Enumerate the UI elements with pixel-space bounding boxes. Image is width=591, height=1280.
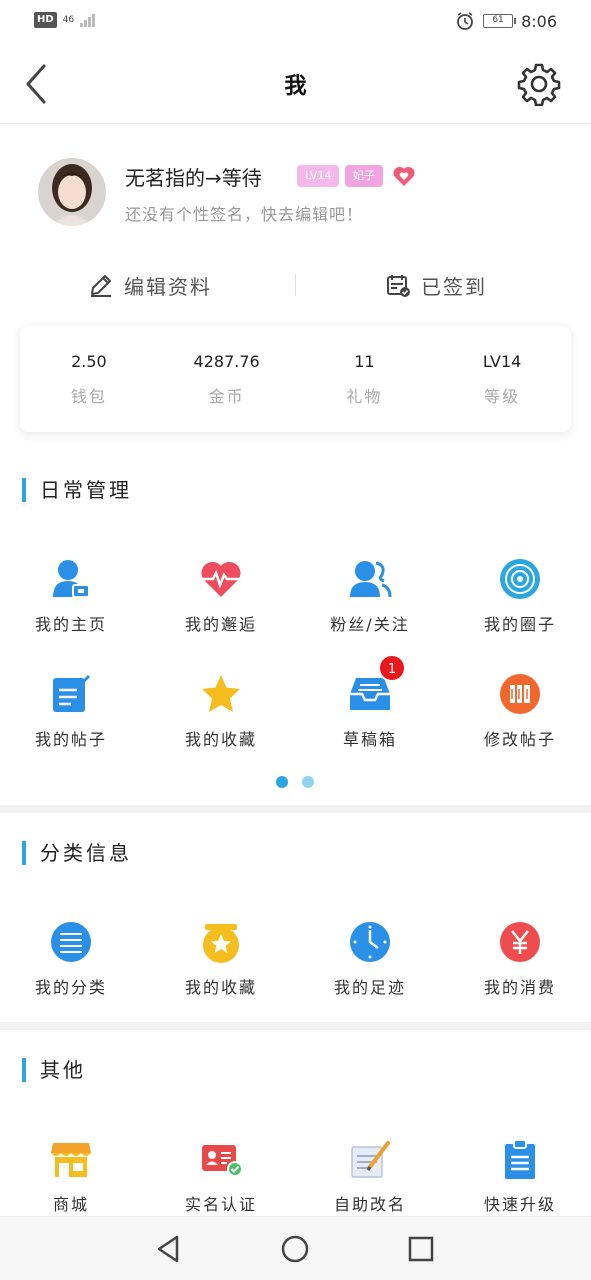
grid-label: 我的收藏 — [184, 978, 257, 997]
rename-icon — [351, 1141, 390, 1178]
battery-level: 61 — [492, 15, 504, 25]
star-box-icon — [203, 924, 239, 963]
stat-label: 礼物 — [346, 387, 383, 406]
followers-icon — [350, 561, 392, 598]
grid-label: 自助改名 — [333, 1195, 406, 1214]
star-icon — [202, 675, 240, 712]
edit-profile-button[interactable]: 编辑资料 — [88, 262, 212, 308]
post-edit-icon — [53, 674, 91, 712]
alarm-icon — [457, 12, 473, 30]
grid-item-my-posts[interactable]: 我的帖子 — [16, 672, 126, 750]
grid-label: 修改帖子 — [483, 730, 556, 749]
heartbeat-icon — [201, 561, 241, 597]
grid-label: 草稿箱 — [342, 730, 397, 749]
gear-icon[interactable] — [517, 62, 561, 106]
clock-time: 8:06 — [521, 11, 557, 31]
clock-icon — [350, 922, 390, 962]
shop-icon — [51, 1143, 91, 1177]
title-badge: 妃子 — [345, 165, 383, 187]
grid-item-favorites[interactable]: 我的收藏 — [166, 672, 276, 750]
page-dot-active[interactable] — [276, 776, 288, 788]
nickname: 无茗指的→等待 — [125, 166, 262, 190]
section-separator — [0, 1022, 591, 1030]
page-indicator — [276, 776, 314, 788]
grid-item-rename[interactable]: 自助改名 — [315, 1137, 425, 1215]
stat-coins[interactable]: 4287.76 金币 — [158, 326, 296, 432]
status-bar: HD 46 61 8:06 — [0, 0, 591, 44]
yen-icon — [500, 922, 540, 962]
grid-item-encounter[interactable]: 我的邂逅 — [166, 557, 276, 635]
grid-label: 我的帖子 — [34, 730, 107, 749]
grid-item-shop[interactable]: 商城 — [16, 1137, 126, 1215]
section-separator — [0, 805, 591, 813]
grid-item-my-circle[interactable]: 我的圈子 — [465, 557, 575, 635]
divider — [295, 274, 296, 296]
grid-item-category-favorites[interactable]: 我的收藏 — [166, 920, 276, 998]
profile-actions: 编辑资料 已签到 — [0, 262, 591, 308]
books-icon — [500, 674, 540, 714]
top-bar: 我 — [0, 44, 591, 124]
stat-value: 4287.76 — [193, 352, 260, 371]
signin-label: 已签到 — [421, 274, 487, 299]
signature: 还没有个性签名，快去编辑吧！ — [125, 205, 364, 224]
id-card-icon — [202, 1145, 243, 1177]
nav-back-icon[interactable] — [151, 1231, 187, 1267]
grid-label: 我的邂逅 — [184, 615, 257, 634]
grid-label: 我的主页 — [34, 615, 107, 634]
grid-item-real-name-auth[interactable]: 实名认证 — [166, 1137, 276, 1215]
grid-label: 商城 — [52, 1195, 89, 1214]
stat-value: 11 — [354, 352, 375, 371]
grid-label: 实名认证 — [184, 1195, 257, 1214]
signal-icon — [80, 13, 96, 27]
network-type: 46 — [62, 15, 75, 25]
avatar[interactable] — [38, 158, 106, 226]
grid-item-edit-posts[interactable]: 修改帖子 — [465, 672, 575, 750]
grid-item-consumption[interactable]: 我的消费 — [465, 920, 575, 998]
signin-button[interactable]: 已签到 — [385, 262, 487, 308]
grid-item-drafts[interactable]: 1 草稿箱 — [315, 654, 425, 750]
battery-icon: 61 — [483, 14, 517, 28]
page-dot[interactable] — [302, 776, 314, 788]
heart-icon — [393, 166, 415, 186]
section-title-category: 分类信息 — [22, 841, 132, 865]
stat-label: 钱包 — [70, 387, 107, 406]
section-title-other: 其他 — [22, 1058, 86, 1082]
grid-label: 我的消费 — [483, 978, 556, 997]
clipboard-upgrade-icon — [505, 1139, 535, 1179]
stat-level[interactable]: LV14 等级 — [433, 326, 571, 432]
user-home-icon — [53, 560, 90, 598]
stat-gifts[interactable]: 11 礼物 — [296, 326, 434, 432]
grid-label: 我的足迹 — [333, 978, 406, 997]
circle-target-icon — [500, 559, 540, 599]
list-icon — [51, 922, 91, 962]
grid-label: 我的圈子 — [483, 615, 556, 634]
grid-label: 我的分类 — [34, 978, 107, 997]
grid-label: 粉丝/关注 — [330, 615, 410, 634]
system-nav-bar — [0, 1216, 591, 1280]
draft-count-badge: 1 — [378, 654, 406, 682]
pencil-icon — [91, 275, 111, 297]
grid-item-footprints[interactable]: 我的足迹 — [315, 920, 425, 998]
nav-home-icon[interactable] — [277, 1231, 313, 1267]
grid-item-quick-upgrade[interactable]: 快速升级 — [465, 1137, 575, 1215]
stat-value: LV14 — [482, 352, 522, 371]
calendar-check-icon — [387, 275, 410, 297]
edit-profile-label: 编辑资料 — [124, 274, 212, 299]
page-title: 我 — [284, 74, 307, 99]
stat-wallet[interactable]: 2.50 钱包 — [20, 326, 158, 432]
grid-label: 我的收藏 — [184, 730, 257, 749]
stats-card: 2.50 钱包 4287.76 金币 11 礼物 LV14 等级 — [20, 326, 571, 432]
grid-item-my-homepage[interactable]: 我的主页 — [16, 557, 126, 635]
stat-label: 金币 — [208, 387, 245, 406]
stat-label: 等级 — [484, 387, 521, 406]
stat-value: 2.50 — [71, 352, 107, 371]
section-title-daily: 日常管理 — [22, 478, 132, 502]
grid-label: 快速升级 — [483, 1195, 556, 1214]
nav-recents-icon[interactable] — [403, 1231, 439, 1267]
level-badge: LV14 — [297, 165, 340, 187]
grid-item-followers[interactable]: 粉丝/关注 — [315, 557, 425, 635]
grid-item-my-category[interactable]: 我的分类 — [16, 920, 126, 998]
hd-indicator: HD — [34, 12, 57, 28]
